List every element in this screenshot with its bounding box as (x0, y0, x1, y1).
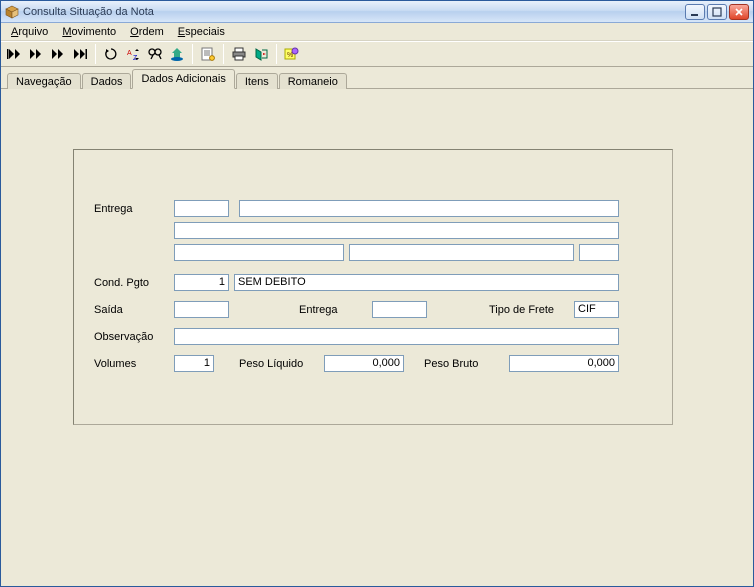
menu-arquivo[interactable]: Arquivo (5, 25, 54, 39)
input-peso-bruto[interactable]: 0,000 (509, 355, 619, 372)
input-observacao[interactable] (174, 328, 619, 345)
refresh-icon[interactable] (102, 45, 120, 63)
exit-icon[interactable] (252, 45, 270, 63)
app-icon (5, 5, 19, 19)
label-peso-bruto: Peso Bruto (424, 358, 478, 370)
input-cond-pgto-code[interactable]: 1 (174, 274, 229, 291)
tab-itens[interactable]: Itens (236, 73, 278, 90)
svg-text:%: % (287, 52, 293, 59)
nav-next-icon[interactable] (49, 45, 67, 63)
sort-icon[interactable]: AZ (124, 45, 142, 63)
input-entrega2[interactable] (372, 301, 427, 318)
print-icon[interactable] (230, 45, 248, 63)
nav-last-icon[interactable] (71, 45, 89, 63)
form-frame: Entrega Cond. Pgto 1 SEM DEBITO Saída En… (73, 149, 673, 425)
titlebar: Consulta Situação da Nota (1, 1, 753, 23)
tab-dados-adicionais[interactable]: Dados Adicionais (132, 69, 234, 89)
input-entrega-code[interactable] (174, 200, 229, 217)
input-peso-liquido[interactable]: 0,000 (324, 355, 404, 372)
label-volumes: Volumes (94, 358, 136, 370)
input-volumes[interactable]: 1 (174, 355, 214, 372)
tab-romaneio[interactable]: Romaneio (279, 73, 347, 90)
window-buttons (685, 4, 749, 20)
toolbar-separator (276, 44, 277, 64)
tab-dados[interactable]: Dados (82, 73, 132, 90)
toolbar-separator (95, 44, 96, 64)
toolbar-separator (192, 44, 193, 64)
svg-text:A: A (127, 50, 132, 57)
maximize-button[interactable] (707, 4, 727, 20)
label-entrega: Entrega (94, 203, 133, 215)
nav-first-icon[interactable] (5, 45, 23, 63)
nav-prev-icon[interactable] (27, 45, 45, 63)
tab-navegacao[interactable]: Navegação (7, 73, 81, 90)
menubar: Arquivo Movimento Ordem Especiais (1, 23, 753, 41)
toolbar-separator (223, 44, 224, 64)
input-entrega-sub2[interactable] (349, 244, 574, 261)
label-cond-pgto: Cond. Pgto (94, 277, 149, 289)
menu-movimento[interactable]: Movimento (56, 25, 122, 39)
label-observacao: Observação (94, 331, 153, 343)
minimize-button[interactable] (685, 4, 705, 20)
label-saida: Saída (94, 304, 123, 316)
toolbar: AZ % (1, 41, 753, 67)
menu-ordem[interactable]: Ordem (124, 25, 170, 39)
input-entrega-desc[interactable] (239, 200, 619, 217)
input-entrega-sub3[interactable] (579, 244, 619, 261)
input-cond-pgto-desc[interactable]: SEM DEBITO (234, 274, 619, 291)
search-icon[interactable] (146, 45, 164, 63)
input-entrega-sub1[interactable] (174, 244, 344, 261)
tabstrip: Navegação Dados Dados Adicionais Itens R… (1, 67, 753, 89)
label-tipo-frete: Tipo de Frete (489, 304, 554, 316)
window-title: Consulta Situação da Nota (23, 6, 685, 18)
properties-icon[interactable] (199, 45, 217, 63)
client-area: Entrega Cond. Pgto 1 SEM DEBITO Saída En… (1, 89, 753, 586)
close-button[interactable] (729, 4, 749, 20)
label-peso-liquido: Peso Líquido (239, 358, 303, 370)
window: Consulta Situação da Nota Arquivo Movime… (0, 0, 754, 587)
special-icon[interactable]: % (283, 45, 301, 63)
input-saida[interactable] (174, 301, 229, 318)
label-entrega2: Entrega (299, 304, 338, 316)
export-icon[interactable] (168, 45, 186, 63)
input-tipo-frete[interactable]: CIF (574, 301, 619, 318)
input-entrega-line2[interactable] (174, 222, 619, 239)
menu-especiais[interactable]: Especiais (172, 25, 231, 39)
